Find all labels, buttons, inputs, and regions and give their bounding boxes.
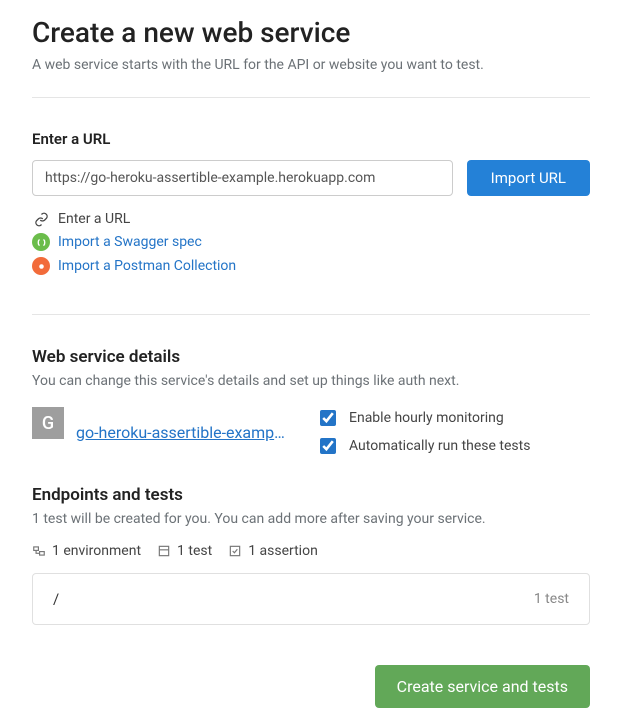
- stat-label: 1 test: [177, 543, 212, 559]
- footer: Create service and tests: [32, 665, 590, 708]
- postman-icon: [32, 257, 50, 275]
- stat-assertions: 1 assertion: [228, 543, 318, 559]
- swagger-icon: [32, 233, 50, 251]
- import-option-label[interactable]: Import a Postman Collection: [58, 258, 236, 274]
- monitor-checkbox-row[interactable]: Enable hourly monitoring: [316, 407, 530, 429]
- service-checks: Enable hourly monitoring Automatically r…: [316, 407, 530, 457]
- stats-row: 1 environment 1 test 1 assertion: [32, 543, 590, 559]
- import-option-swagger[interactable]: Import a Swagger spec: [32, 230, 590, 254]
- stat-tests: 1 test: [157, 543, 212, 559]
- endpoint-row[interactable]: / 1 test: [32, 573, 590, 625]
- page-subtitle: A web service starts with the URL for th…: [32, 57, 590, 73]
- autorun-checkbox[interactable]: [320, 438, 336, 454]
- page-title: Create a new web service: [32, 16, 590, 49]
- url-label: Enter a URL: [32, 130, 590, 148]
- test-icon: [157, 544, 171, 558]
- monitor-checkbox[interactable]: [320, 410, 336, 426]
- assertion-icon: [228, 544, 242, 558]
- service-name-link[interactable]: go-heroku-assertible-exampl…: [76, 423, 286, 442]
- link-icon: [32, 212, 50, 227]
- monitor-label: Enable hourly monitoring: [349, 410, 504, 426]
- import-url-button[interactable]: Import URL: [467, 160, 590, 196]
- stat-environments: 1 environment: [32, 543, 141, 559]
- create-service-button[interactable]: Create service and tests: [375, 665, 590, 708]
- import-option-postman[interactable]: Import a Postman Collection: [32, 254, 590, 278]
- stat-label: 1 assertion: [248, 543, 318, 559]
- import-option-label[interactable]: Import a Swagger spec: [58, 234, 202, 250]
- autorun-label: Automatically run these tests: [349, 438, 530, 454]
- endpoint-path: /: [53, 590, 59, 608]
- details-heading: Web service details: [32, 347, 590, 367]
- import-option-label: Enter a URL: [58, 211, 130, 227]
- endpoints-sub: 1 test will be created for you. You can …: [32, 511, 590, 527]
- url-input[interactable]: [32, 160, 453, 196]
- import-options: Enter a URL Import a Swagger spec Import…: [32, 208, 590, 278]
- url-input-row: Import URL: [32, 160, 590, 196]
- details-sub: You can change this service's details an…: [32, 373, 590, 389]
- import-option-url[interactable]: Enter a URL: [32, 208, 590, 230]
- divider: [32, 314, 590, 315]
- details-row: G go-heroku-assertible-exampl… Enable ho…: [32, 407, 590, 457]
- autorun-checkbox-row[interactable]: Automatically run these tests: [316, 435, 530, 457]
- stat-label: 1 environment: [52, 543, 141, 559]
- environment-icon: [32, 544, 46, 558]
- endpoint-test-count: 1 test: [534, 591, 569, 607]
- divider: [32, 97, 590, 98]
- service-avatar: G: [32, 407, 64, 439]
- endpoints-heading: Endpoints and tests: [32, 485, 590, 505]
